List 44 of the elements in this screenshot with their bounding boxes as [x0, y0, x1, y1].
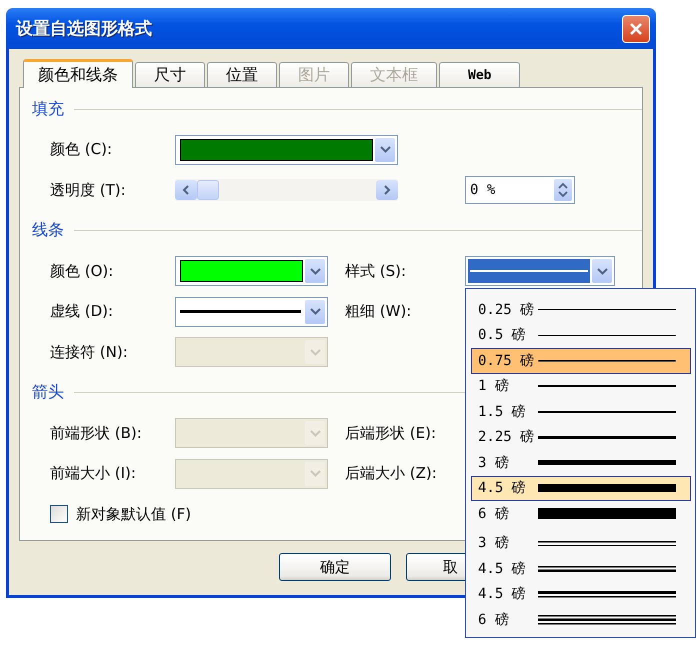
field-label: 透明度 (T):: [50, 180, 127, 200]
field-label: 虚线 (D):: [50, 302, 114, 322]
field-label: 前端形状 (B):: [50, 424, 143, 443]
percent-field[interactable]: 0 %: [465, 176, 575, 204]
field-label: 颜色 (C):: [50, 140, 113, 160]
scrollbar-thumb[interactable]: [197, 180, 219, 200]
dash-dropdown[interactable]: [175, 296, 328, 327]
checkbox-label[interactable]: 新对象默认值 (F): [76, 504, 192, 524]
dialog-button[interactable]: 确定: [279, 553, 391, 581]
line-style-option[interactable]: 1 磅: [471, 374, 691, 399]
line-style-option[interactable]: 4.5 磅: [471, 582, 691, 607]
section-heading: 箭头: [32, 382, 64, 404]
close-button[interactable]: [622, 14, 650, 42]
tab[interactable]: 尺寸: [135, 62, 205, 87]
field-label: 连接符 (N):: [50, 342, 129, 362]
close-icon: [629, 22, 643, 36]
line-style-dropdown[interactable]: [465, 256, 615, 286]
line-style-option[interactable]: 3 磅: [471, 530, 691, 556]
field-label: 后端大小 (Z):: [345, 464, 438, 484]
checkbox[interactable]: [50, 505, 68, 524]
color-dropdown[interactable]: [175, 256, 328, 286]
field-label: 前端大小 (I):: [50, 464, 137, 484]
color-dropdown[interactable]: [175, 134, 398, 165]
window-title: 设置自选图形格式: [16, 18, 152, 40]
line-style-option[interactable]: 0.25 磅: [471, 297, 691, 322]
line-style-option[interactable]: 4.5 磅: [471, 476, 691, 501]
section-heading: 线条: [32, 220, 64, 242]
tab[interactable]: Web: [439, 62, 520, 87]
line-style-option[interactable]: 0.5 磅: [471, 322, 691, 348]
line-style-option[interactable]: 6 磅: [471, 607, 691, 632]
transparency-scrollbar[interactable]: [175, 179, 398, 202]
line-style-option[interactable]: 6 磅: [471, 501, 691, 526]
field-label: 粗细 (W):: [345, 302, 412, 322]
line-style-option[interactable]: 3 磅: [471, 450, 691, 476]
line-style-option[interactable]: 0.75 磅: [471, 348, 691, 374]
line-style-option[interactable]: 2.25 磅: [471, 424, 691, 450]
section-heading: 填充: [32, 98, 64, 120]
tab[interactable]: 颜色和线条: [23, 59, 133, 88]
field-label: 后端形状 (E):: [345, 424, 438, 443]
field-label: 样式 (S):: [345, 262, 408, 281]
line-style-option[interactable]: 1.5 磅: [471, 399, 691, 424]
field-label: 颜色 (O):: [50, 262, 114, 281]
spinner-arrows-icon: [554, 179, 572, 202]
tab[interactable]: 位置: [207, 62, 277, 87]
